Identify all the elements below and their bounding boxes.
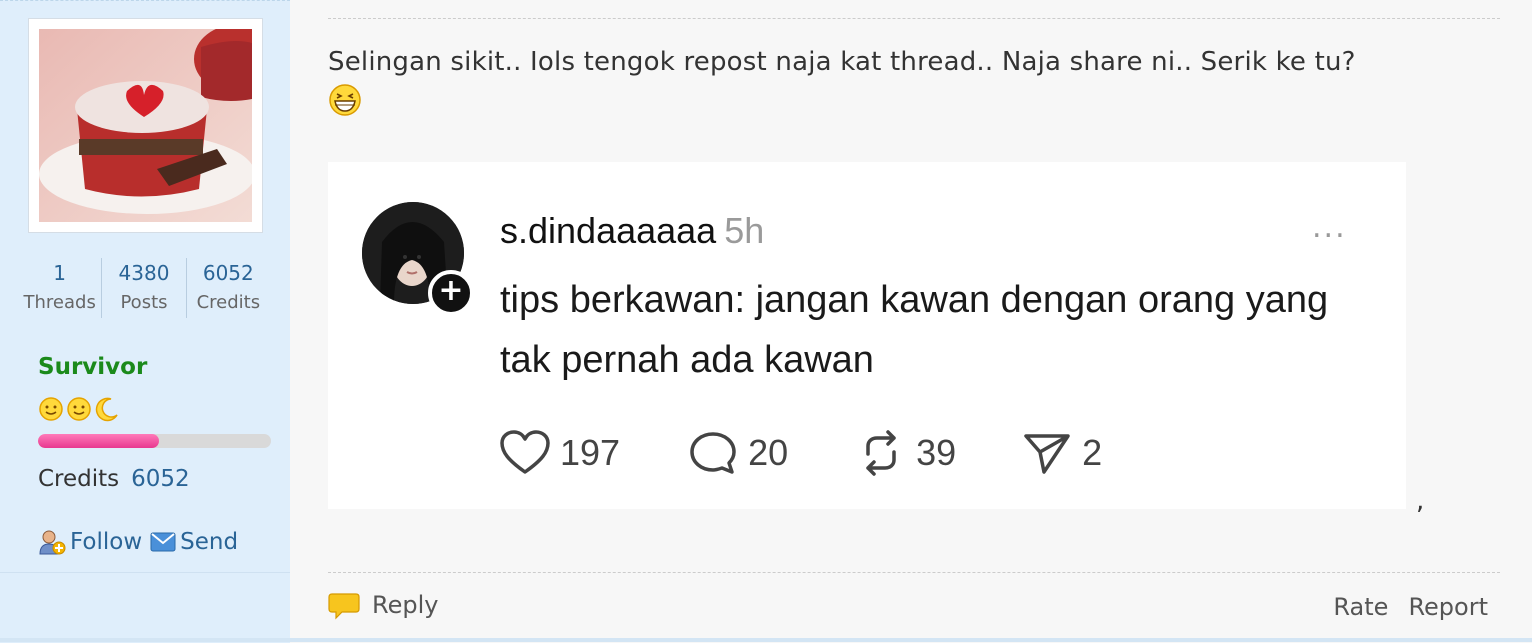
credits-line: Credits 6052 [38,466,190,492]
sun-face-icon [67,397,91,421]
sidebar-foot-border [0,638,290,642]
post-content-area: Selingan sikit.. Iols tengok repost naja… [290,0,1532,643]
user-actions: Follow Send [38,528,238,556]
post-footer: Reply Rate Report [328,590,1488,630]
credits-value[interactable]: 6052 [131,466,190,492]
heart-icon [500,430,550,474]
embed-time: 5h [724,210,765,251]
moon-icon [95,397,118,422]
embed-likes-count: 197 [560,432,621,473]
post-footer-actions: Rate Report [1333,593,1488,621]
stat-posts-label: Posts [120,292,168,313]
follow-label: Follow [70,529,143,555]
rank-progress-bar [38,434,271,448]
stat-credits-value: 6052 [202,261,254,285]
send-label: Send [180,529,239,555]
sidebar-divider [0,572,290,573]
stat-posts-value: 4380 [118,261,170,285]
post-bottom-divider [328,572,1500,573]
grin-emoji-icon [329,83,361,116]
cupcake-avatar-image [39,29,252,222]
stat-threads[interactable]: 1 Threads [18,258,101,318]
post-top-divider [328,18,1500,19]
embed-username-line: s.dindaaaaaa 5h [500,210,764,252]
stat-threads-label: Threads [23,292,96,313]
share-send-icon [1024,434,1070,474]
embed-reposts-count: 39 [916,432,957,473]
user-sidebar: 1 Threads 4380 Posts 6052 Credits Surviv… [0,0,290,643]
post-message: Selingan sikit.. Iols tengok repost naja… [328,47,1356,77]
embedded-post-screenshot: + s.dindaaaaaa 5h ... tips berkawan: jang… [328,162,1406,509]
reply-label: Reply [372,591,439,619]
follow-plus-icon: + [428,270,474,316]
reply-button[interactable]: Reply [328,590,438,620]
follow-user-icon [39,530,66,555]
mail-icon [150,532,176,552]
embed-shares-count: 2 [1082,432,1103,473]
embed-likes: 197 [498,428,620,478]
embed-engagement-stats: 197 20 39 2 [498,428,1102,478]
embed-comments-count: 20 [748,432,789,473]
follow-button[interactable]: Follow [38,528,142,556]
post-foot-border [290,638,1532,642]
embed-post-text: tips berkawan: jangan kawan dengan orang… [500,279,1329,381]
post-body: Selingan sikit.. Iols tengok repost naja… [328,44,1498,117]
comment-bubble-icon [690,432,736,474]
stat-credits-label: Credits [196,292,261,313]
rank-progress-fill [38,434,160,448]
rate-button[interactable]: Rate [1333,593,1388,621]
send-message-button[interactable]: Send [150,529,238,555]
report-button[interactable]: Report [1408,593,1488,621]
embed-shares: 2 [1020,428,1102,478]
user-stats: 1 Threads 4380 Posts 6052 Credits [18,258,270,318]
more-options-icon: ... [1312,210,1347,245]
embed-username: s.dindaaaaaa [500,210,717,251]
user-rank[interactable]: Survivor [38,354,147,380]
stat-posts[interactable]: 4380 Posts [101,258,185,318]
stat-credits[interactable]: 6052 Credits [185,258,270,318]
sun-face-icon [39,397,63,421]
embed-comments: 20 [686,428,788,478]
user-avatar[interactable] [28,18,263,233]
stat-threads-value: 1 [53,261,67,285]
embed-reposts: 39 [854,428,956,478]
trailing-comma: , [1416,486,1425,516]
repost-icon [866,430,896,476]
reply-bubble-icon [328,593,360,620]
credits-label: Credits [38,466,120,492]
rank-icons [38,396,120,422]
